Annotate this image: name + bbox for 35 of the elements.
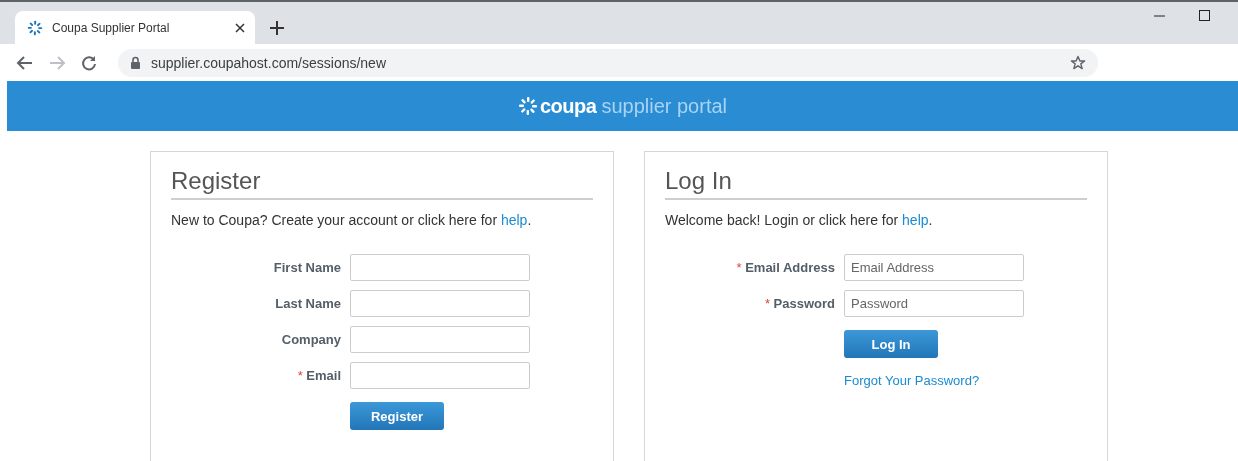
star-icon[interactable] [1070, 54, 1086, 71]
input-field[interactable] [350, 362, 530, 389]
maximize-icon[interactable] [1199, 10, 1210, 21]
input-field[interactable]: Password [844, 290, 1024, 317]
field-label: * Password [763, 296, 835, 311]
input-field[interactable]: Email Address [844, 254, 1024, 281]
field-label: Company [280, 332, 341, 347]
brand-name: coupa [540, 94, 597, 118]
field-label: Last Name [274, 296, 341, 311]
submit-button[interactable]: Log In [844, 330, 938, 358]
submit-button[interactable]: Register [350, 402, 444, 430]
back-icon[interactable] [16, 53, 34, 72]
input-field[interactable] [350, 290, 530, 317]
input-field[interactable] [350, 254, 530, 281]
url-text: supplier.coupahost.com/sessions/new [151, 54, 388, 71]
close-icon[interactable] [235, 22, 245, 33]
forgot-password-link[interactable]: Forgot Your Password? [844, 373, 1024, 388]
logo-icon [518, 96, 538, 116]
browser-tab[interactable]: Coupa Supplier Portal [15, 11, 255, 44]
panel-title: Log In [665, 166, 1087, 200]
intro-text: Welcome back! Login or click here for help. [665, 212, 934, 228]
address-bar[interactable]: supplier.coupahost.com/sessions/new [118, 48, 1098, 77]
tab-title: Coupa Supplier Portal [52, 20, 171, 35]
new-tab-icon[interactable] [267, 18, 287, 38]
panel-title: Register [171, 166, 593, 200]
input-field[interactable] [350, 326, 530, 353]
reload-icon[interactable] [80, 53, 98, 72]
intro-text: New to Coupa? Create your account or click here for help. [171, 212, 533, 228]
logo-icon [27, 19, 43, 36]
help-link[interactable]: help [902, 212, 929, 228]
lock-icon [130, 56, 141, 69]
field-label: * Email Address [735, 260, 835, 275]
field-label: First Name [272, 260, 341, 275]
brand-tagline: supplier portal [601, 94, 727, 118]
field-label: * Email [296, 368, 341, 383]
